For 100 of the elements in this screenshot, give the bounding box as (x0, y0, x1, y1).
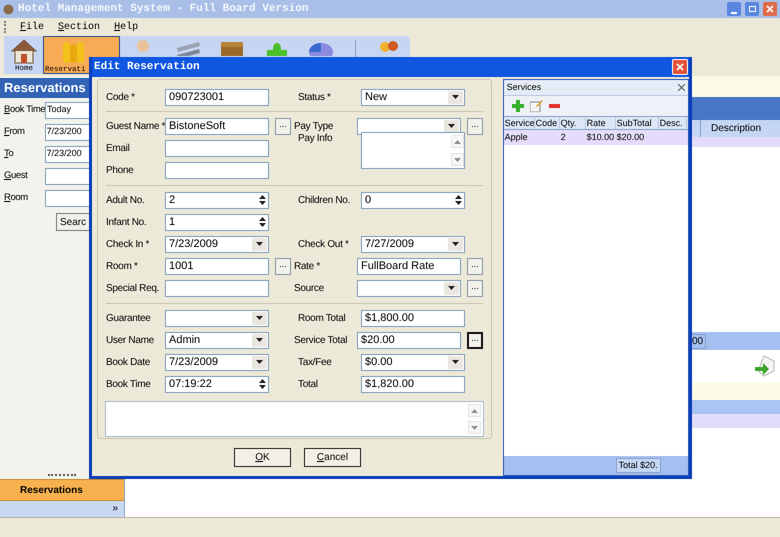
filter-label: Guest (4, 168, 29, 183)
dropdown-field[interactable]: Admin (165, 332, 269, 348)
dialog-button[interactable]: OK (234, 448, 291, 467)
text-field[interactable]: $1,820.00 (361, 376, 465, 392)
dropdown-field[interactable]: 7/23/2009 (165, 354, 269, 370)
browse-button[interactable]: ... (275, 258, 291, 274)
field-label: Book Date (106, 356, 151, 370)
dropdown-field[interactable]: New (361, 88, 465, 106)
add-icon[interactable] (512, 100, 524, 112)
text-field[interactable]: $20.00 (357, 332, 461, 348)
field-label: Status * (298, 90, 332, 104)
field-label: Pay Info (298, 132, 334, 146)
dropdown-value: 7/23/2009 (169, 354, 218, 370)
dropdown-field[interactable] (165, 310, 269, 326)
minimize-button[interactable] (727, 2, 741, 16)
dropdown-field[interactable]: 7/23/2009 (165, 236, 269, 252)
field-label: Tax/Fee (298, 356, 332, 370)
field-label: Pay Type (294, 120, 334, 134)
field-label: Room Total (298, 312, 346, 326)
filter-label: Book Time (4, 102, 45, 117)
house-icon (10, 38, 38, 64)
text-field[interactable]: FullBoard Rate (357, 258, 461, 274)
field-label: Guarantee (106, 312, 152, 326)
remove-icon[interactable] (548, 104, 560, 108)
app-icon (3, 4, 14, 14)
filter-label: From (4, 124, 26, 139)
text-field[interactable]: BistoneSoft (165, 118, 269, 134)
dropdown-value: Admin (169, 332, 200, 348)
field-label: Check In * (106, 238, 150, 252)
close-icon (766, 5, 774, 13)
menu-item[interactable]: Help (114, 20, 138, 34)
column-header[interactable]: Qty. (560, 117, 586, 129)
browse-button[interactable]: ... (467, 280, 483, 296)
dropdown-value: $0.00 (365, 354, 393, 370)
dropdown-field[interactable] (357, 280, 461, 296)
spin-arrows-icon[interactable] (259, 379, 266, 389)
export-arrow-icon[interactable] (754, 355, 776, 377)
field-label: Room * (106, 260, 139, 274)
spin-field[interactable]: 07:19:22 (165, 376, 269, 392)
table-row[interactable]: Apple 2 $10.00 $20.00 (504, 130, 688, 145)
text-field[interactable] (165, 140, 269, 156)
spin-arrows-icon[interactable] (455, 195, 462, 205)
close-button[interactable] (672, 59, 688, 75)
dropdown-field[interactable]: 7/27/2009 (361, 236, 465, 252)
menu-item[interactable]: Section (58, 20, 100, 34)
close-icon[interactable] (678, 84, 685, 91)
window-title: Hotel Management System - Full Board Version (18, 2, 310, 17)
notes-field[interactable] (105, 401, 484, 437)
dropdown-field[interactable]: $0.00 (361, 354, 465, 370)
spin-field[interactable]: 0 (361, 192, 465, 208)
field-label: Book Time (106, 378, 152, 392)
filter-label: Room (4, 190, 29, 205)
spin-value: 2 (169, 192, 176, 208)
filter-label: To (4, 146, 14, 161)
spin-value: 1 (169, 214, 176, 230)
edit-icon[interactable] (530, 100, 543, 112)
chevron-button[interactable]: » (112, 501, 118, 517)
browse-button[interactable]: ... (275, 118, 291, 134)
scrollbar-icon[interactable] (468, 402, 481, 436)
browse-button[interactable]: ... (467, 118, 483, 134)
browse-button[interactable]: ... (467, 332, 483, 348)
total-cell: Total $20. (616, 458, 661, 473)
dropdown-value: 7/27/2009 (365, 236, 414, 252)
browse-button[interactable]: ... (467, 258, 483, 274)
memo-field[interactable] (361, 132, 465, 169)
dropdown-value: 7/23/2009 (169, 236, 218, 252)
field-label: Check Out * (298, 238, 350, 252)
table-cell: $20.00 (616, 132, 644, 142)
field-label: Children No. (298, 194, 351, 208)
restore-button[interactable] (745, 2, 759, 16)
column-header[interactable]: SubTotal (616, 117, 659, 129)
text-field[interactable]: $1,800.00 (361, 310, 465, 326)
scrollbar-icon[interactable] (451, 133, 464, 168)
text-field[interactable]: 090723001 (165, 88, 269, 106)
column-header[interactable]: Desc. (658, 117, 687, 129)
field-label: Rate * (294, 260, 321, 274)
close-icon (676, 63, 684, 71)
spin-field[interactable]: 1 (165, 214, 269, 230)
field-label: User Name (106, 334, 155, 348)
field-label: Source (294, 282, 325, 296)
text-field[interactable]: 1001 (165, 258, 269, 274)
close-button[interactable] (763, 2, 777, 16)
spin-arrows-icon[interactable] (259, 195, 266, 205)
menu-item[interactable]: File (20, 20, 44, 34)
nav-button[interactable]: Reservations (0, 479, 124, 501)
panel-title: Services (506, 80, 542, 94)
field-label: Phone (106, 164, 134, 178)
column-header[interactable]: Code (534, 117, 560, 129)
column-header[interactable]: Rate (586, 117, 616, 129)
spin-arrows-icon[interactable] (259, 217, 266, 227)
text-field[interactable] (165, 162, 269, 178)
text-field[interactable] (165, 280, 269, 296)
dialog-button[interactable]: Cancel (304, 448, 361, 467)
table-cell: $10.00 (586, 132, 614, 142)
field-label: Adult No. (106, 194, 146, 208)
field-label: Special Req. (106, 282, 160, 296)
spin-field[interactable]: 2 (165, 192, 269, 208)
table-cell: Apple (504, 132, 528, 142)
table-cell: 2 (560, 132, 566, 142)
field-label: Service Total (294, 334, 348, 348)
